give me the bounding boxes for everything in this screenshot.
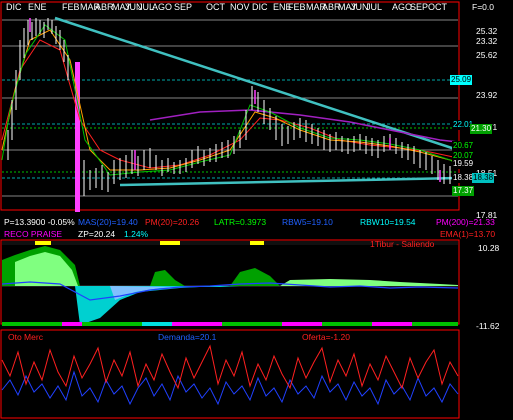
value-tag: 20.67 — [452, 141, 475, 151]
info-pm20: PM(20)=20.26 — [145, 217, 200, 227]
info-reco: RECO PRAISE — [4, 229, 63, 239]
info-rbw10: RBW10=19.54 — [360, 217, 416, 227]
month-label: DIC — [252, 2, 268, 12]
info-rbw5: RBW5=19.10 — [282, 217, 333, 227]
osc-bottom-label: -11.62 — [476, 321, 500, 331]
info-price: P=13.3900 -0.05% — [4, 217, 75, 227]
value-tag: 19.59 — [452, 159, 475, 169]
osc-signal-label: 1Tibur - Saliendo — [370, 239, 435, 249]
month-label: OCT — [428, 2, 447, 12]
info-ema: EMA(1)=13.70 — [440, 229, 496, 239]
axis-label-1: 25.32 — [476, 26, 498, 36]
month-label: SEP — [174, 2, 193, 12]
axis-label-2: 23.32 — [476, 36, 498, 46]
axis-label-3: 25.62 — [476, 50, 498, 60]
month-label: ABR — [95, 2, 114, 12]
osc-bottom-markers — [2, 322, 458, 326]
value-tag: 17.37 — [452, 186, 475, 196]
value-tag: 18.38 — [452, 173, 475, 183]
osc-top-label: 10.28 — [478, 243, 500, 253]
month-axis: DIC ENE FEB MAR ABR MAY JUN JUL AGO SEP OCT NOV DIC E… — [0, 2, 513, 16]
month-label: FEB — [62, 2, 80, 12]
month-label: DIC — [6, 2, 22, 12]
month-label: JUL — [366, 2, 383, 12]
month-label: NOV — [230, 2, 250, 12]
month-label: OCT — [206, 2, 225, 12]
chart-canvas — [0, 0, 513, 420]
info-latr: LATR=0.3973 — [214, 217, 267, 227]
info-zp: ZP=20.24 — [78, 229, 116, 239]
info-pm200: PM(200)=21.33 — [436, 217, 495, 227]
month-label: AGO — [152, 2, 173, 12]
volume-label-left: Oto Merc — [8, 332, 43, 342]
value-tag: 18.38 — [472, 173, 495, 183]
info-mas20: MAS(20)=19.40 — [78, 217, 138, 227]
volume-label-demand: Demanda=20.1 — [158, 332, 217, 342]
month-label: FEB — [288, 2, 306, 12]
axis-label-4: 23.92 — [476, 90, 498, 100]
volume-label-supply: Oferta=-1.20 — [302, 332, 350, 342]
month-label: AGO — [392, 2, 413, 12]
axis-label-f: F=0.0 — [472, 2, 494, 12]
month-label: ENE — [28, 2, 47, 12]
info-pct: 1.24% — [124, 229, 149, 239]
month-label: SEP — [410, 2, 429, 12]
value-tag: 25.09 — [450, 75, 473, 85]
value-tag: 21.30 — [470, 124, 493, 134]
